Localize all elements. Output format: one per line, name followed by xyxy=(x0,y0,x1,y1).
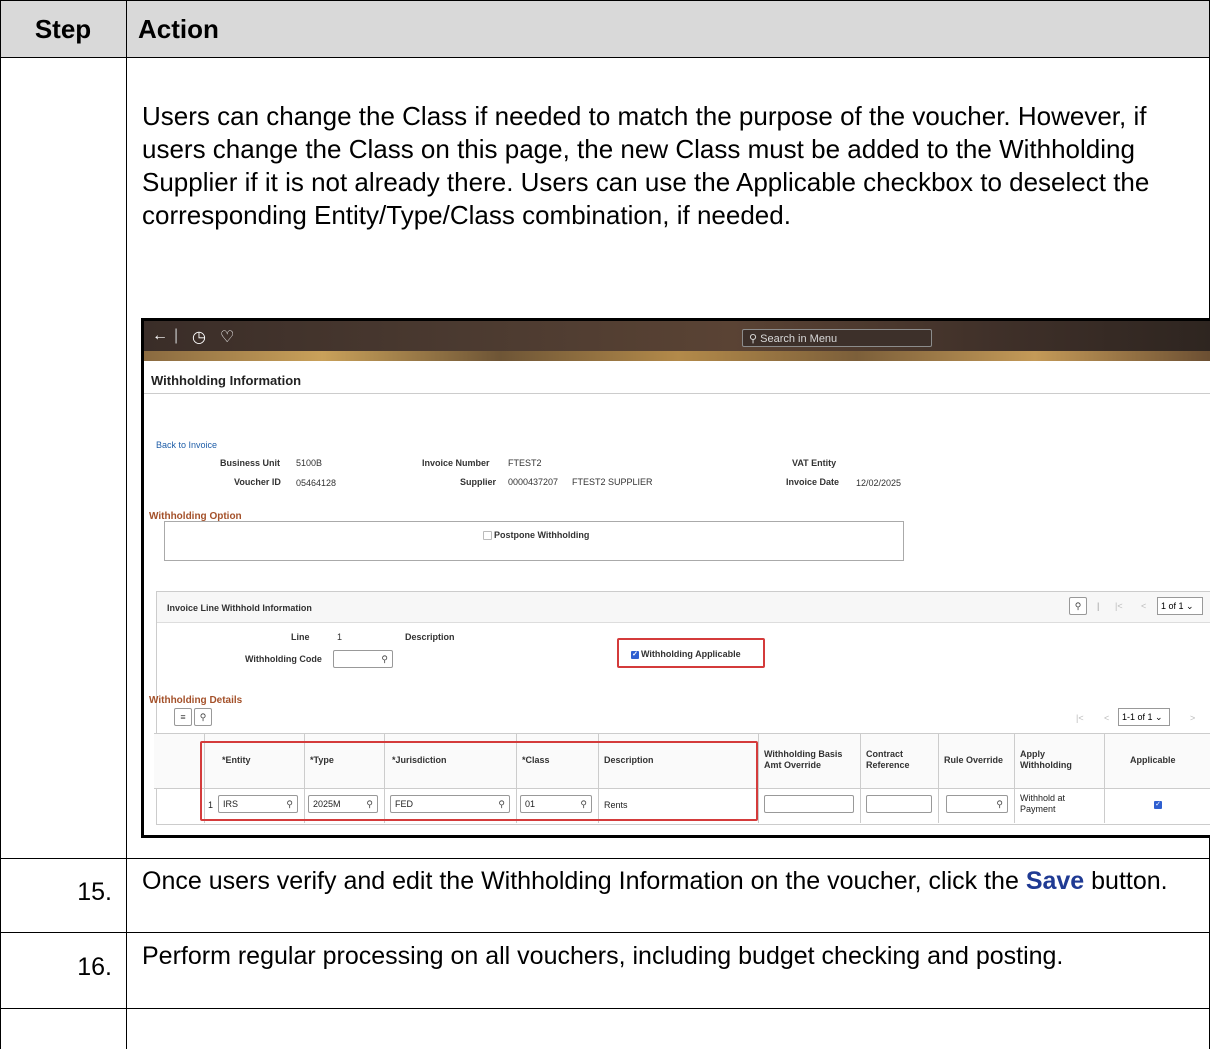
grid-pager-select[interactable]: 1-1 of 1 ⌄ xyxy=(1118,708,1170,726)
checkbox-unchecked-icon xyxy=(483,531,492,541)
invoice-number-value: FTEST2 xyxy=(508,458,542,468)
grid-first-page-icon[interactable]: |< xyxy=(1076,713,1084,723)
lookup-icon[interactable]: ⚲ xyxy=(381,651,388,667)
back-arrow-icon[interactable]: ← xyxy=(152,327,168,345)
grid-options-icon[interactable]: ≡ xyxy=(174,708,192,726)
chevron-down-icon: ⌄ xyxy=(1186,601,1194,611)
withholding-code-label: Withholding Code xyxy=(245,654,322,664)
supplier-label: Supplier xyxy=(460,477,497,487)
search-icon: ⚲ xyxy=(749,333,758,345)
divider-icon: | xyxy=(174,327,179,344)
checkbox-checked-icon: ✓ xyxy=(1154,800,1162,809)
previous-page-icon[interactable]: < xyxy=(1141,601,1146,611)
business-unit-label: Business Unit xyxy=(220,458,281,468)
row-divider xyxy=(0,932,1210,933)
step-text: Perform regular processing on all vouche… xyxy=(142,942,1064,970)
find-icon[interactable]: ⚲ xyxy=(1069,597,1087,615)
grid-column-line xyxy=(1014,733,1015,823)
lookup-icon[interactable]: ⚲ xyxy=(996,796,1003,812)
grid-column-line xyxy=(1104,733,1105,823)
withholding-details-title: Withholding Details xyxy=(149,695,243,706)
step-text: Once users verify and edit the Withholdi… xyxy=(142,866,1202,896)
grid-pager-value: 1-1 of 1 xyxy=(1122,712,1153,722)
withholding-option-box: Postpone Withholding xyxy=(164,521,904,561)
highlight-box xyxy=(617,638,765,668)
search-placeholder: Search in Menu xyxy=(760,333,838,345)
banner-pattern xyxy=(144,351,1210,361)
line-label: Line xyxy=(291,632,310,642)
pipe-divider: | xyxy=(1097,601,1100,611)
postpone-withholding-checkbox[interactable]: Postpone Withholding xyxy=(483,530,590,541)
header-step: Step xyxy=(34,13,92,44)
contract-reference-input[interactable] xyxy=(866,795,932,813)
favorites-icon[interactable]: ♡ xyxy=(220,327,234,347)
column-header-basis-override[interactable]: Withholding Basis Amt Override xyxy=(764,749,856,771)
applicable-checkbox[interactable]: ✓ xyxy=(1154,799,1164,809)
invoice-line-panel-header: Invoice Line Withhold Information ⚲ | |<… xyxy=(157,592,1210,623)
column-header-apply-withholding[interactable]: Apply Withholding xyxy=(1020,749,1090,771)
column-header-contract-reference[interactable]: Contract Reference xyxy=(866,749,934,771)
description-label: Description xyxy=(405,632,455,642)
grid-previous-page-icon[interactable]: < xyxy=(1104,713,1109,723)
table-header: Step Action xyxy=(0,0,1210,58)
vat-entity-label: VAT Entity xyxy=(792,458,837,468)
grid-find-icon[interactable]: ⚲ xyxy=(194,708,212,726)
supplier-name-value: FTEST2 SUPPLIER xyxy=(572,477,653,487)
title-divider xyxy=(144,393,1210,394)
row-divider xyxy=(0,1008,1210,1009)
basis-override-input[interactable] xyxy=(764,795,854,813)
voucher-id-value: 05464128 xyxy=(296,478,337,488)
apply-withholding-value: Withhold at Payment xyxy=(1020,793,1066,814)
row-divider xyxy=(0,858,1210,859)
chevron-down-icon: ⌄ xyxy=(1155,712,1163,722)
history-icon[interactable]: ◷ xyxy=(192,327,206,347)
invoice-number-label: Invoice Number xyxy=(422,458,490,468)
business-unit-value: 5100B xyxy=(296,458,323,468)
grid-column-line xyxy=(860,733,861,823)
withholding-code-input[interactable]: ⚲ xyxy=(333,650,393,668)
column-divider xyxy=(126,0,127,1049)
invoice-date-label: Invoice Date xyxy=(786,477,840,487)
invoice-date-value: 12/02/2025 xyxy=(856,478,902,488)
voucher-id-label: Voucher ID xyxy=(234,477,281,487)
search-input[interactable]: ⚲ Search in Menu xyxy=(742,329,932,347)
header-action: Action xyxy=(138,13,219,44)
first-page-icon[interactable]: |< xyxy=(1115,601,1123,611)
grid-column-line xyxy=(938,733,939,823)
pager-select[interactable]: 1 of 1 ⌄ xyxy=(1157,597,1203,615)
line-value: 1 xyxy=(337,632,343,642)
page-title: Withholding Information xyxy=(151,373,302,388)
grid-next-page-icon[interactable]: > xyxy=(1190,713,1195,723)
supplier-id-value: 0000437207 xyxy=(508,477,559,487)
highlight-box xyxy=(200,741,758,821)
step-text-part: button. xyxy=(1084,867,1168,895)
postpone-withholding-label: Postpone Withholding xyxy=(494,530,590,540)
step-number: 16. xyxy=(77,953,112,981)
intro-paragraph: Users can change the Class if needed to … xyxy=(142,101,1150,230)
step-text-part: Once users verify and edit the Withholdi… xyxy=(142,867,1026,895)
rule-override-input[interactable]: ⚲ xyxy=(946,795,1008,813)
instruction-table: Step Action Users can change the Class i… xyxy=(0,0,1210,1049)
top-banner: ← | ◷ ♡ ⚲ Search in Menu xyxy=(144,321,1210,361)
column-header-applicable[interactable]: Applicable xyxy=(1130,755,1176,766)
withholding-screenshot: ← | ◷ ♡ ⚲ Search in Menu Withholding Inf… xyxy=(141,318,1210,838)
invoice-line-title: Invoice Line Withhold Information xyxy=(167,603,312,613)
grid-column-line xyxy=(758,733,759,823)
save-emphasis: Save xyxy=(1025,867,1085,895)
back-to-invoice-link[interactable]: Back to Invoice xyxy=(156,440,217,450)
pager-value: 1 of 1 xyxy=(1161,601,1184,611)
step-number: 15. xyxy=(77,878,112,906)
column-header-rule-override[interactable]: Rule Override xyxy=(944,755,1003,766)
